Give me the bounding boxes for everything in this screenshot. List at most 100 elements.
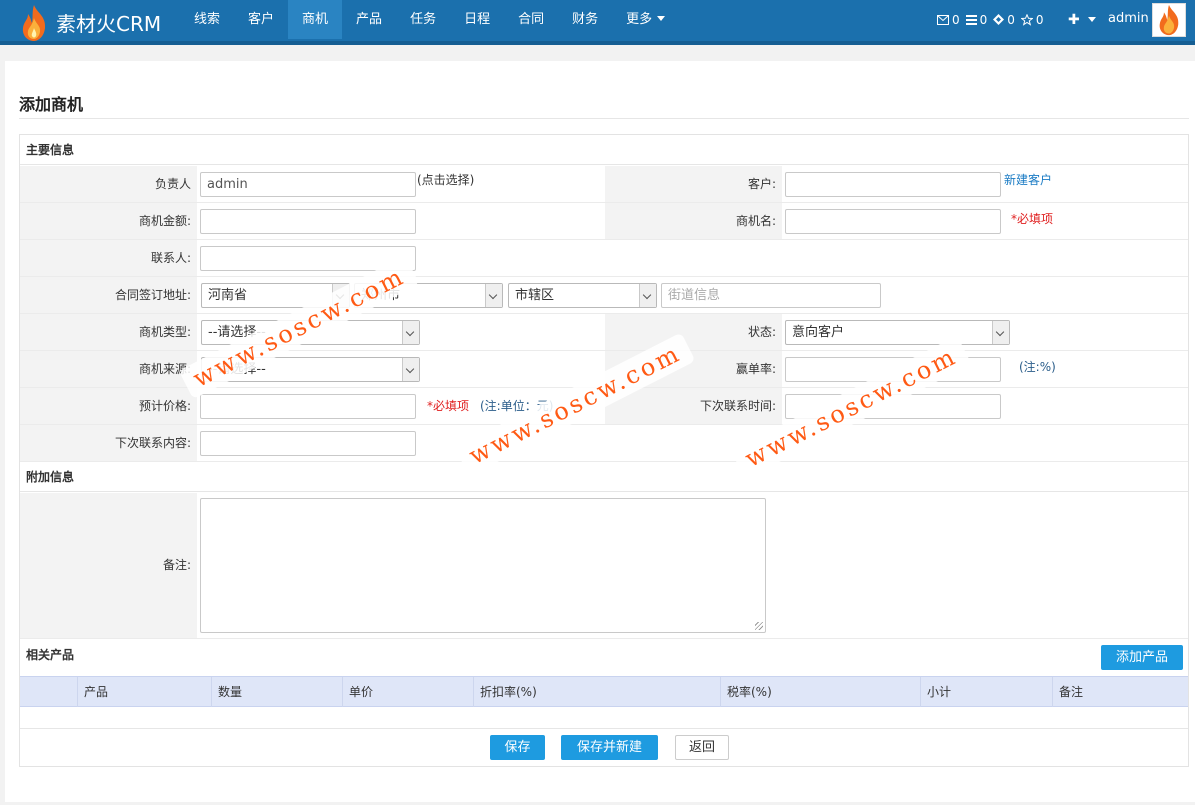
status-label: 状态: — [747, 325, 776, 339]
star-count: 0 — [1035, 12, 1044, 27]
source-select[interactable]: --请选择-- — [201, 357, 420, 382]
form-row-source: 商机来源: --请选择-- 赢单率: (注:%) — [20, 351, 1188, 388]
nav-finance[interactable]: 财务 — [558, 0, 612, 39]
nav-contracts[interactable]: 合同 — [504, 0, 558, 39]
column-header-unit-price: 单价 — [342, 677, 473, 707]
main-panel: 添加商机 主要信息 负责人 admin (点击选择) 客户: 新建客户 商机金额… — [5, 61, 1195, 802]
section-main-info: 主要信息 — [20, 135, 1188, 165]
form-row-owner: 负责人 admin (点击选择) 客户: 新建客户 — [20, 166, 1188, 203]
nav-customers[interactable]: 客户 — [234, 0, 288, 39]
customer-input[interactable] — [785, 172, 1001, 197]
section-related-products: 相关产品 — [26, 648, 75, 662]
nav-more[interactable]: 更多 — [612, 0, 679, 39]
column-header-tax: 税率(%) — [720, 677, 920, 707]
diamond-count: 0 — [1007, 12, 1015, 27]
city-select[interactable]: 郑州市 — [354, 283, 503, 308]
chevron-down-icon — [657, 16, 666, 21]
contact-label: 联系人: — [150, 251, 191, 265]
section-extra-info: 附加信息 — [20, 462, 1188, 492]
top-navbar: 素材火CRM 线索 客户 商机 产品 任务 日程 合同 财务 更多 0 0 0 … — [0, 0, 1195, 45]
opportunity-form: 主要信息 负责人 admin (点击选择) 客户: 新建客户 商机金额: 商机名… — [19, 134, 1189, 767]
source-value: --请选择-- — [208, 362, 266, 377]
nav-schedule[interactable]: 日程 — [450, 0, 504, 39]
star-counter[interactable]: 0 — [1020, 12, 1044, 27]
chevron-down-icon — [485, 284, 502, 307]
product-table-header: 产品 数量 单价 折扣率(%) 税率(%) 小计 备注 — [20, 676, 1188, 707]
back-button[interactable]: 返回 — [675, 735, 729, 760]
diamond-icon — [993, 14, 1005, 25]
owner-input[interactable]: admin — [200, 172, 416, 197]
amount-input[interactable] — [200, 209, 416, 234]
price-unit-note: (注:单位：元) — [480, 399, 554, 413]
type-label: 商机类型: — [138, 325, 191, 339]
brand-name[interactable]: 素材火CRM — [56, 8, 161, 37]
divider — [19, 118, 1189, 119]
avatar[interactable] — [1152, 3, 1186, 37]
owner-label: 负责人 — [154, 177, 191, 191]
diamond-counter[interactable]: 0 — [993, 13, 1015, 27]
save-button[interactable]: 保存 — [490, 735, 545, 760]
nav-tasks[interactable]: 任务 — [396, 0, 450, 39]
product-table-body — [20, 708, 1188, 729]
form-row-address: 合同签订地址: 河南省 郑州市 市辖区 街道信息 — [20, 277, 1188, 314]
chevron-down-icon[interactable] — [1088, 17, 1096, 22]
address-label: 合同签订地址: — [114, 288, 191, 302]
district-value: 市辖区 — [515, 288, 555, 303]
province-select[interactable]: 河南省 — [201, 283, 350, 308]
column-header-discount: 折扣率(%) — [473, 677, 720, 707]
nav-products[interactable]: 产品 — [342, 0, 396, 39]
type-value: --请选择-- — [208, 325, 266, 340]
resize-handle-icon[interactable] — [755, 622, 763, 630]
mail-count: 0 — [952, 12, 960, 27]
next-contact-time-input[interactable] — [785, 394, 1001, 419]
nav-more-label: 更多 — [626, 12, 653, 27]
win-rate-note: (注:%) — [1019, 360, 1056, 374]
new-customer-link[interactable]: 新建客户 — [1004, 162, 1052, 198]
save-and-new-button[interactable]: 保存并新建 — [561, 735, 658, 760]
nav-leads[interactable]: 线索 — [180, 0, 234, 39]
column-header-product: 产品 — [77, 677, 211, 707]
owner-hint[interactable]: (点击选择) — [417, 162, 474, 198]
win-rate-input[interactable] — [785, 357, 1001, 382]
opportunity-name-input[interactable] — [785, 209, 1001, 234]
main-nav: 线索 客户 商机 产品 任务 日程 合同 财务 更多 — [180, 0, 679, 41]
chevron-down-icon — [402, 321, 419, 344]
amount-label: 商机金额: — [138, 214, 191, 228]
status-select[interactable]: 意向客户 — [785, 320, 1010, 345]
price-label: 预计价格: — [138, 399, 191, 413]
remark-textarea[interactable] — [200, 498, 766, 633]
district-select[interactable]: 市辖区 — [508, 283, 657, 308]
mail-counter[interactable]: 0 — [937, 13, 960, 27]
street-input[interactable]: 街道信息 — [661, 283, 881, 308]
form-row-contact: 联系人: — [20, 240, 1188, 277]
win-rate-label: 赢单率: — [735, 362, 776, 376]
list-icon — [965, 14, 977, 25]
form-row-type: 商机类型: --请选择-- 状态: 意向客户 — [20, 314, 1188, 351]
type-select[interactable]: --请选择-- — [201, 320, 420, 345]
city-value: 郑州市 — [361, 288, 401, 303]
column-header-select — [20, 677, 77, 707]
form-row-price: 预计价格: *必填项 (注:单位：元) 下次联系时间: — [20, 388, 1188, 425]
flame-logo-icon[interactable] — [18, 4, 50, 42]
contact-input[interactable] — [200, 246, 416, 271]
status-value: 意向客户 — [792, 325, 845, 340]
customer-label: 客户: — [747, 177, 776, 191]
chevron-down-icon — [332, 284, 349, 307]
user-name[interactable]: admin — [1108, 11, 1149, 26]
add-product-button[interactable]: 添加产品 — [1101, 645, 1183, 670]
remark-label: 备注: — [162, 558, 191, 572]
mail-icon — [937, 14, 949, 25]
column-header-subtotal: 小计 — [920, 677, 1052, 707]
chevron-down-icon — [639, 284, 656, 307]
form-row-next-content: 下次联系内容: — [20, 425, 1188, 462]
required-note: *必填项 — [1011, 212, 1054, 226]
plus-icon[interactable]: ✚ — [1068, 12, 1080, 28]
list-counter[interactable]: 0 — [965, 13, 987, 27]
source-label: 商机来源: — [138, 362, 191, 376]
price-required-note: *必填项 — [427, 399, 470, 413]
next-contact-content-input[interactable] — [200, 431, 416, 456]
next-contact-content-label: 下次联系内容: — [114, 436, 191, 450]
nav-opportunities[interactable]: 商机 — [288, 0, 343, 39]
price-input[interactable] — [200, 394, 416, 419]
page-title: 添加商机 — [19, 95, 84, 114]
